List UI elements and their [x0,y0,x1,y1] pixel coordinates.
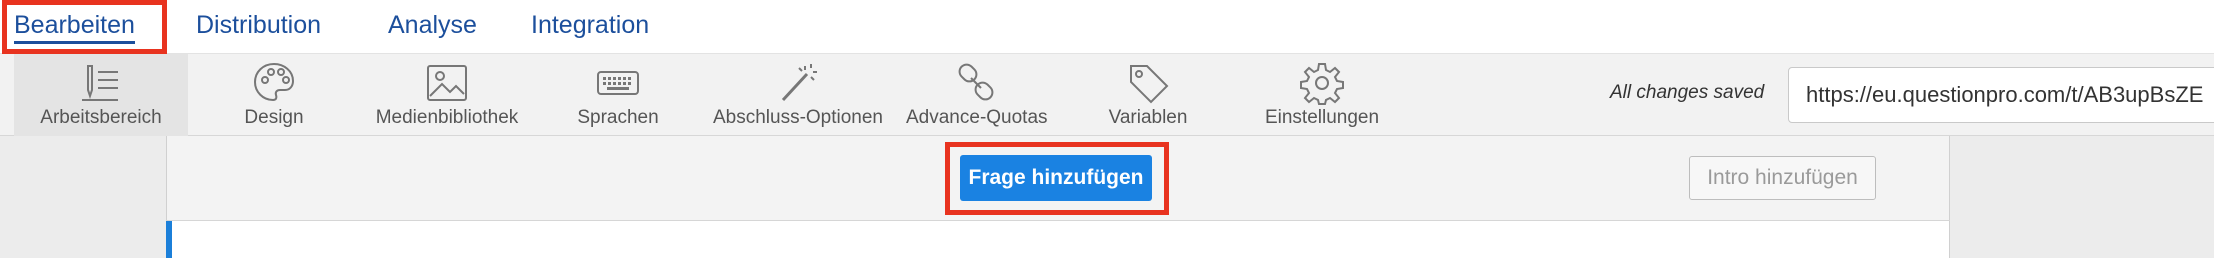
tool-arbeitsbereich[interactable]: Arbeitsbereich [14,54,188,136]
tab-distribution[interactable]: Distribution [196,0,321,54]
tab-label: Analyse [388,11,477,39]
question-block [166,221,1950,258]
editor-toolbar: Arbeitsbereich Design Medienbibliothek S… [0,54,2214,136]
tool-design[interactable]: Design [214,54,334,136]
link-icon [958,63,994,101]
tool-medienbibliothek[interactable]: Medienbibliothek [362,54,532,136]
tool-label: Variablen [1108,107,1188,128]
tool-label: Einstellungen [1264,107,1380,128]
palette-icon [253,62,295,102]
workspace-icon [82,65,118,101]
add-intro-button[interactable]: Intro hinzufügen [1689,156,1876,200]
tab-analyse[interactable]: Analyse [388,0,477,54]
save-status: All changes saved [1610,82,1765,103]
tag-icon [1130,65,1169,104]
tool-abschluss-optionen[interactable]: Abschluss-Optionen [708,54,888,136]
tool-label: Arbeitsbereich [40,107,162,128]
tab-label: Distribution [196,11,322,39]
tool-variablen[interactable]: Variablen [1088,54,1208,136]
tool-label: Design [244,107,304,128]
highlight-box-tab [2,0,167,54]
tool-label: Advance-Quotas [906,107,1048,128]
tab-label: Integration [531,11,650,39]
magic-wand-icon [781,64,817,102]
image-icon [427,65,467,101]
top-navigation: Bearbeiten Distribution Analyse Integrat… [0,0,2214,54]
tool-advance-quotas[interactable]: Advance-Quotas [906,54,1048,136]
highlight-box-button [945,142,1169,215]
tool-einstellungen[interactable]: Einstellungen [1260,54,1384,136]
tool-label: Abschluss-Optionen [712,107,884,128]
tool-sprachen[interactable]: Sprachen [560,54,676,136]
gear-icon [1300,63,1344,105]
tool-label: Sprachen [577,107,659,128]
tab-integration[interactable]: Integration [531,0,649,54]
tool-label: Medienbibliothek [375,107,519,128]
keyboard-icon [597,71,639,95]
survey-url-field[interactable]: https://eu.questionpro.com/t/AB3upBsZE [1788,67,2214,123]
